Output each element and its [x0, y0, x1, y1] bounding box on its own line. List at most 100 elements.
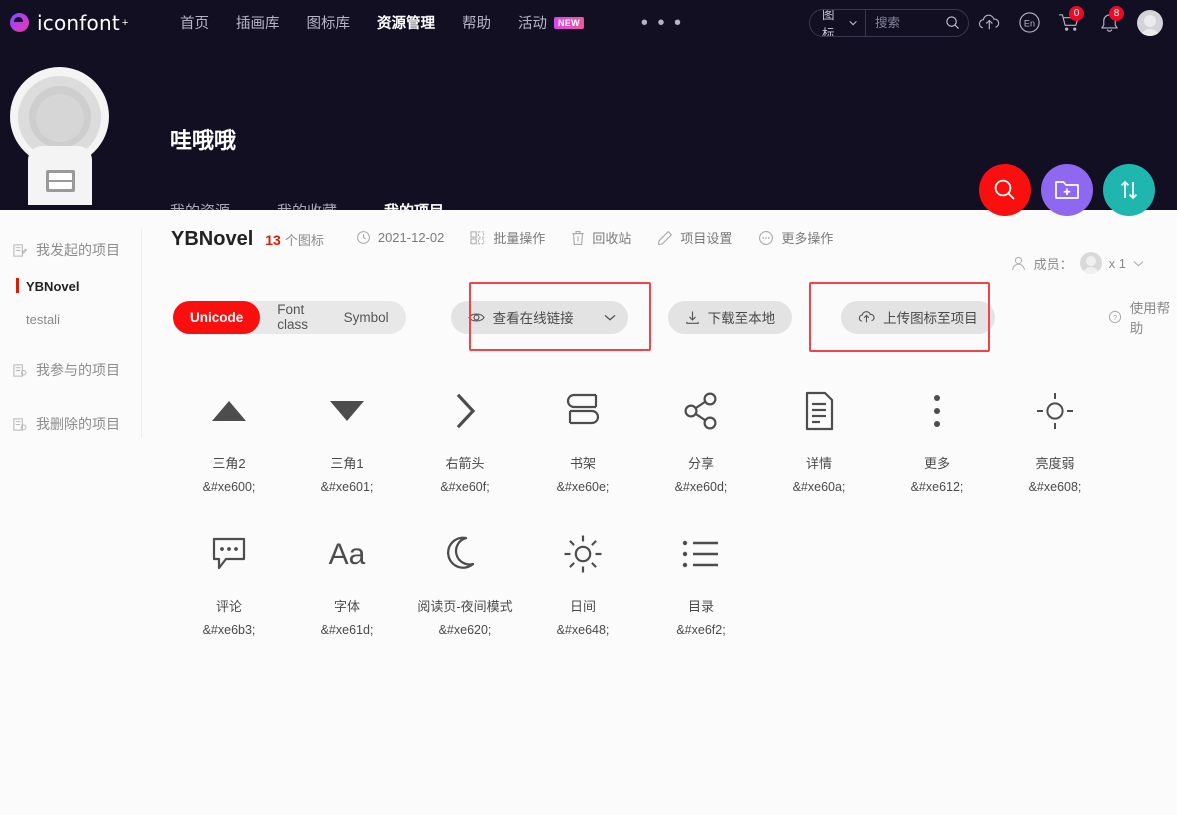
nav-label: 资源管理: [377, 16, 435, 32]
icon-label: 三角1: [330, 456, 364, 471]
nav-item-home[interactable]: 首页: [180, 12, 209, 33]
icon-cell[interactable]: 目录 &#xe6f2;: [642, 524, 760, 637]
avatar-tag: [46, 170, 75, 192]
icon-code: &#xe60e;: [556, 480, 610, 494]
icon-cell[interactable]: Aa 字体 &#xe61d;: [288, 524, 406, 637]
search-type-dropdown[interactable]: 图标: [810, 8, 866, 37]
sort-up-down-icon: [1120, 180, 1138, 200]
icon-code: &#xe648;: [556, 623, 610, 637]
button-label: 查看在线链接: [492, 311, 574, 326]
cloud-upload-icon: [859, 311, 875, 323]
fab-upload-sort-button[interactable]: [1103, 164, 1155, 216]
chevron-right-icon: [449, 381, 481, 441]
icon-cell[interactable]: 右箭头 &#xe60f;: [406, 381, 524, 494]
code-format-segmented-control: Unicode Font class Symbol: [173, 300, 406, 334]
icon-cell[interactable]: 阅读页-夜间模式 &#xe620;: [406, 524, 524, 637]
primary-nav-items: 首页 插画库 图标库 资源管理 帮助 活动 NEW • • •: [180, 12, 683, 33]
icon-cell[interactable]: 书架 &#xe60e;: [524, 381, 642, 494]
usage-help-link[interactable]: ? 使用帮助: [1108, 297, 1177, 337]
project-members[interactable]: 成员： x 1: [1010, 252, 1144, 274]
site-logo[interactable]: iconfont +: [10, 11, 170, 35]
icon-label: 书架: [569, 456, 596, 471]
fab-new-project-button[interactable]: [1041, 164, 1093, 216]
icon-cell[interactable]: 分享 &#xe60d;: [642, 381, 760, 494]
svg-text:?: ?: [1113, 313, 1117, 322]
upload-nav-button[interactable]: [969, 0, 1009, 45]
icon-label: 字体: [333, 599, 360, 614]
icon-cell[interactable]: 日间 &#xe648;: [524, 524, 642, 637]
sidebar-group-created[interactable]: 我发起的项目: [0, 230, 142, 270]
help-label: 使用帮助: [1129, 301, 1171, 336]
triangle-up-icon: [209, 381, 249, 441]
recycle-bin-button[interactable]: 回收站: [571, 228, 631, 247]
nav-label: 首页: [180, 16, 209, 32]
sidebar-item-testali[interactable]: testali: [0, 303, 142, 336]
icon-cell[interactable]: 详情 &#xe60a;: [760, 381, 878, 494]
project-settings-button[interactable]: 项目设置: [657, 228, 732, 247]
chevron-down-icon[interactable]: [604, 314, 616, 321]
project-title: YBNovel: [171, 228, 254, 250]
button-label: 下载至本地: [707, 311, 776, 326]
font-aa-icon: Aa: [321, 524, 373, 584]
nav-label: 活动: [518, 16, 547, 32]
floating-action-buttons: [979, 164, 1155, 216]
nav-more-dots-icon[interactable]: • • •: [641, 13, 683, 33]
button-label: 上传图标至项目: [883, 311, 978, 326]
fab-search-button[interactable]: [979, 164, 1031, 216]
nav-label: 图标库: [306, 16, 351, 32]
project-date: 2021-12-02: [356, 230, 444, 245]
segment-unicode[interactable]: Unicode: [173, 300, 261, 334]
search-input[interactable]: [875, 15, 945, 30]
search-input-area[interactable]: [866, 15, 968, 30]
icon-label: 右箭头: [445, 456, 485, 471]
sidebar-item-label: YBNovel: [26, 279, 80, 294]
nav-item-activity[interactable]: 活动 NEW: [518, 12, 584, 33]
search-type-label: 图标: [822, 8, 835, 37]
download-icon: [685, 311, 699, 324]
more-operations-button[interactable]: 更多操作: [758, 228, 833, 247]
clock-icon: [356, 231, 370, 244]
profile-avatar[interactable]: [8, 60, 111, 205]
main-body: 我发起的项目 YBNovel testali 我参与的项目 我删除的项目 YBN…: [0, 210, 1177, 815]
sidebar-group-label: 我参与的项目: [36, 362, 120, 378]
members-count: x 1: [1108, 255, 1126, 271]
cart-button[interactable]: 0: [1049, 0, 1089, 45]
sidebar-group-deleted[interactable]: 我删除的项目: [0, 404, 142, 444]
cloud-upload-icon: [978, 14, 999, 29]
upload-icons-button[interactable]: 上传图标至项目: [841, 300, 995, 334]
segment-symbol[interactable]: Symbol: [327, 301, 406, 334]
nav-item-resource-management[interactable]: 资源管理: [377, 12, 435, 33]
user-avatar-nav[interactable]: [1137, 9, 1163, 36]
comment-icon: [209, 524, 249, 584]
top-navigation-bar: iconfont + 首页 插画库 图标库 资源管理 帮助 活动 NEW • •…: [0, 0, 1177, 45]
icon-cell[interactable]: 评论 &#xe6b3;: [170, 524, 288, 637]
language-switch-button[interactable]: En: [1009, 0, 1049, 45]
icon-cell[interactable]: 亮度弱 &#xe608;: [996, 381, 1114, 494]
icon-cell[interactable]: 更多 &#xe612;: [878, 381, 996, 494]
nav-item-help[interactable]: 帮助: [462, 12, 491, 33]
nav-item-icon-library[interactable]: 图标库: [307, 12, 351, 33]
icon-code: &#xe6f2;: [676, 623, 726, 637]
view-online-link-button[interactable]: 查看在线链接: [450, 300, 628, 334]
icon-cell[interactable]: 三角1 &#xe601;: [288, 381, 406, 494]
member-avatar: [1079, 252, 1102, 274]
icon-code: &#xe6b3;: [202, 623, 256, 637]
search-icon[interactable]: [945, 15, 960, 30]
project-sidebar: 我发起的项目 YBNovel testali 我参与的项目 我删除的项目: [0, 210, 142, 444]
global-search-box[interactable]: 图标: [809, 8, 969, 37]
nav-item-illustrations[interactable]: 插画库: [236, 12, 280, 33]
segment-font-class[interactable]: Font class: [260, 301, 326, 334]
project-content: YBNovel 13 个图标 2021-12-02 批量操作 回收站 项目设置 …: [142, 210, 1177, 637]
icon-cell[interactable]: 三角2 &#xe600;: [170, 381, 288, 494]
sun-icon: [562, 524, 604, 584]
notifications-button[interactable]: 8: [1089, 0, 1129, 45]
language-en-icon: En: [1018, 12, 1040, 33]
batch-operation-button[interactable]: 批量操作: [470, 228, 545, 247]
triangle-down-icon: [327, 381, 367, 441]
chevron-down-icon[interactable]: [1133, 260, 1144, 267]
icon-label: 详情: [805, 456, 832, 471]
sidebar-item-ybnovel[interactable]: YBNovel: [0, 270, 142, 303]
sidebar-group-joined[interactable]: 我参与的项目: [0, 350, 142, 390]
download-local-button[interactable]: 下载至本地: [667, 300, 793, 334]
search-icon: [994, 179, 1015, 200]
